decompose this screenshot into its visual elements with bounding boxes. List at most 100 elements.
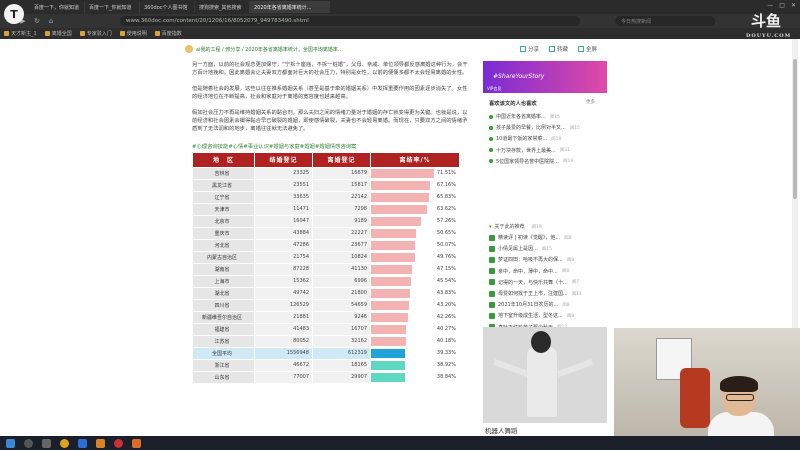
related-item-reads: 阅15 — [569, 125, 581, 131]
webcam-overlay — [614, 328, 800, 436]
related-item[interactable]: 5位国家领导名誉中医院院... 阅19 — [489, 156, 605, 167]
related-item[interactable]: 中国近年各省离婚率... 阅15 — [489, 111, 605, 122]
search-icon[interactable] — [24, 438, 33, 448]
bookmark-item[interactable]: 使用说明 — [119, 30, 147, 37]
fullscreen-button[interactable]: 全屏 — [578, 45, 597, 53]
article-thumb-icon — [489, 268, 495, 275]
rate-value: 65.83% — [436, 193, 456, 200]
related-item[interactable]: 十万块存款，世界上最美... 阅31 — [489, 145, 605, 156]
rate-cell: 40.27% — [370, 322, 460, 336]
chrome-icon[interactable] — [60, 438, 69, 448]
bookmark-item[interactable]: 天才新主_1 — [4, 30, 37, 37]
marriage-cell: 87228 — [254, 262, 313, 276]
breadcrumb[interactable]: ai我的工程 / 修分享 / 2020年各省离婚率统计，全国平均离婚率... — [185, 45, 343, 53]
rate-value: 39.33% — [436, 349, 456, 356]
fullscreen-icon — [578, 46, 585, 52]
bookmark-item[interactable]: 离婚全国 — [44, 30, 72, 37]
browser-search-input[interactable]: 今日热搜新闻 — [615, 16, 715, 26]
rate-value: 50.65% — [436, 229, 456, 236]
bookmark-item[interactable]: 百度指数 — [154, 30, 182, 37]
recommend-item-title: 亲中，命中，薄中，命中... — [498, 268, 558, 275]
region-cell: 内蒙古自治区 — [192, 250, 255, 264]
bookmark-label: 离婚全国 — [51, 31, 72, 37]
browser-tab[interactable]: 360doc个人图书馆 — [140, 1, 195, 13]
region-cell: 新疆维吾尔自治区 — [192, 310, 255, 324]
url-field[interactable]: www.360doc.com/content/20/1206/16/805207… — [120, 16, 580, 26]
robot-video-thumbnail[interactable] — [483, 327, 607, 423]
divorce-cell: 29907 — [312, 370, 371, 384]
related-list: 中国近年各省离婚率... 阅15 孩子最爱的早餐，比例对半又... 阅15 10道最下饭… — [489, 111, 605, 167]
rate-cell: 47.15% — [370, 262, 460, 276]
recommend-item[interactable]: 2021年10月31日农历的... 阅8 — [489, 299, 605, 310]
divorce-cell: 54659 — [312, 298, 371, 312]
home-icon[interactable]: ⌂ — [46, 17, 56, 25]
browser-tab[interactable]: 2020年各省离婚率统计... — [250, 1, 330, 13]
article-tags[interactable]: #心理咨询技能#心情#事业认识#婚姻与家庭#婚姻#婚姻情感咨询案 — [192, 142, 472, 150]
recommend-item[interactable]: 亲中，命中，薄中，命中... 阅8 — [489, 266, 605, 277]
article-paragraph: 但是随着社会的发展，这些以往在推系婚姻关系（甚至是基于牵的婚姻关系）中发挥重要作… — [192, 85, 468, 101]
app-icon[interactable] — [114, 438, 123, 448]
recommend-header[interactable]: ▾ 关于此的推荐 阅19 — [489, 221, 605, 232]
bookmark-label: 天才新主_1 — [11, 31, 37, 37]
related-item[interactable]: 10道最下饭的家常菜... 阅19 — [489, 133, 605, 144]
recommend-item[interactable]: 母爱如何找于王上市，注建国... 阅11 — [489, 288, 605, 299]
article-paragraph: 假如社会压力不再是维持婚姻关系的黏合剂，那么夫妇之间的情绪力量对于婚姻的存亡就变… — [192, 109, 468, 133]
region-cell: 河北省 — [192, 238, 255, 252]
streamer-glasses — [726, 394, 754, 401]
stream-logo: 斗鱼 DOUYU.COM — [746, 14, 790, 50]
marriage-cell: 21881 — [254, 310, 313, 324]
maximize-icon[interactable]: □ — [779, 2, 785, 9]
start-icon[interactable] — [6, 438, 15, 448]
table-row: 河北省 47286 23677 50.07% — [192, 238, 460, 252]
table-row: 上海市 15362 6996 45.54% — [192, 274, 460, 288]
related-item-title: 5位国家领导名誉中医院院... — [496, 158, 559, 165]
minimize-icon[interactable]: — — [767, 2, 773, 9]
bookmark-item[interactable]: 专家驳入门 — [79, 30, 112, 37]
app-icon[interactable] — [132, 438, 141, 448]
ad-banner[interactable]: #ShareYourStory — [483, 61, 607, 93]
close-icon[interactable]: ✕ — [791, 2, 796, 9]
url-path: /content/20/1206/16/8052079_949783490.sh… — [174, 18, 309, 24]
rate-cell: 39.33% — [370, 346, 460, 360]
browser-tab[interactable]: 百度一下，你就知道 — [30, 1, 85, 13]
rate-cell: 57.26% — [370, 214, 460, 228]
browser-tab[interactable]: 搜狗搜索_其他搜索 — [195, 1, 250, 13]
bullet-icon — [489, 114, 493, 119]
scrollbar-thumb[interactable] — [793, 59, 797, 199]
recommend-item-reads: 阅11 — [571, 291, 583, 297]
related-item[interactable]: 孩子最爱的早餐，比例对半又... 阅15 — [489, 122, 605, 133]
recommend-item[interactable]: 记得的一天，与快乐共舞（十... 阅7 — [489, 277, 605, 288]
divorce-cell: 41130 — [312, 262, 371, 276]
rate-cell: 42.26% — [370, 310, 460, 324]
rate-cell: 63.62% — [370, 202, 460, 216]
bullet-icon — [489, 159, 493, 164]
recommend-item[interactable]: 地下室升级成生活，型冬这... 阅8 — [489, 310, 605, 321]
app-icon[interactable] — [96, 438, 105, 448]
recommend-item[interactable]: 精读评 | 初读《觉醒》，他... 阅8 — [489, 232, 605, 243]
recommend-reads: 阅19 — [531, 224, 542, 230]
window-controls: — □ ✕ — [767, 2, 796, 9]
browser-logo-icon[interactable]: T — [4, 4, 24, 24]
breadcrumb-text: ai我的工程 / 修分享 / 2020年各省离婚率统计，全国平均离婚率... — [196, 46, 343, 53]
task-view-icon[interactable] — [42, 438, 51, 448]
more-link[interactable]: 更多 — [586, 99, 595, 105]
divorce-cell: 23677 — [312, 238, 371, 252]
chevron-down-icon: ▾ — [489, 223, 492, 230]
refresh-icon[interactable]: ↻ — [32, 17, 42, 25]
marriage-cell: 23325 — [254, 166, 313, 180]
bullet-icon — [489, 125, 493, 130]
bullet-icon — [489, 136, 493, 141]
recommend-item[interactable]: 小倩见属上是因... 阅15 — [489, 243, 605, 254]
share-button[interactable]: 分享 — [520, 45, 539, 53]
marriage-cell: 80052 — [254, 334, 313, 348]
rate-value: 63.62% — [436, 205, 456, 212]
region-cell: 黑龙江省 — [192, 178, 255, 192]
collect-button[interactable]: 转藏 — [549, 45, 568, 53]
divorce-cell: 612319 — [312, 346, 371, 360]
address-bar: ◀ ▶ ↻ ⌂ www.360doc.com/content/20/1206/1… — [0, 14, 800, 28]
table-row: 内蒙古自治区 21754 10824 49.76% — [192, 250, 460, 264]
app-icon[interactable] — [78, 438, 87, 448]
browser-tab[interactable]: 百度一下_你就知道 — [85, 1, 140, 13]
robot-caption[interactable]: 机器人舞蹈 — [485, 425, 518, 435]
recommend-item[interactable]: 梦证四田：哈吸不再大的保... 阅8 — [489, 254, 605, 265]
